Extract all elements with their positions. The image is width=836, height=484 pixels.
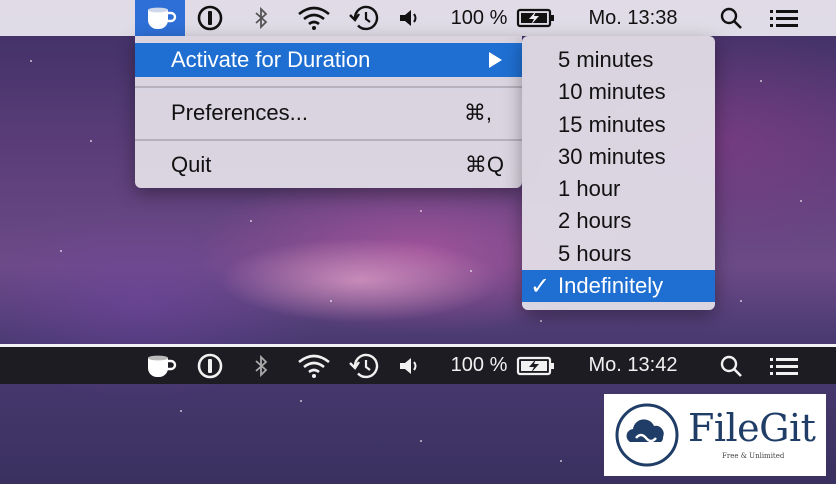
submenu-item-label: 5 minutes <box>558 47 654 72</box>
menu-bar-top: 100 % Mo. 13:38 <box>0 0 836 36</box>
list-icon[interactable] <box>766 347 802 384</box>
time-machine-icon[interactable] <box>345 0 383 36</box>
filegit-logo-icon <box>615 403 679 467</box>
coffee-cup-icon[interactable] <box>140 347 180 384</box>
submenu-arrow-icon <box>489 52 502 68</box>
bluetooth-icon[interactable] <box>248 347 274 384</box>
list-icon[interactable] <box>766 0 802 36</box>
menu-item-shortcut: ⌘Q <box>464 152 504 177</box>
submenu-item-indefinitely[interactable]: ✓ Indefinitely <box>522 270 715 302</box>
battery-charging-icon[interactable] <box>514 0 558 36</box>
menu-item-activate-for-duration[interactable]: Activate for Duration <box>135 43 522 77</box>
watermark-tagline: Free & Unlimited <box>722 452 785 460</box>
submenu-item-10-minutes[interactable]: 10 minutes <box>522 76 715 108</box>
battery-charging-icon[interactable] <box>514 347 558 384</box>
submenu-item-5-hours[interactable]: 5 hours <box>522 238 715 270</box>
menu-item-quit[interactable]: Quit ⌘Q <box>135 148 522 182</box>
submenu-item-5-minutes[interactable]: 5 minutes <box>522 44 715 76</box>
info-icon[interactable] <box>195 347 225 384</box>
search-icon[interactable] <box>716 0 746 36</box>
clock[interactable]: Mo. 13:38 <box>574 0 692 36</box>
search-icon[interactable] <box>716 347 746 384</box>
info-icon[interactable] <box>195 0 225 36</box>
menu-item-label: Quit <box>171 152 212 177</box>
menu-item-shortcut: ⌘, <box>463 100 492 125</box>
wifi-icon[interactable] <box>293 0 335 36</box>
app-menu: Activate for Duration Preferences... ⌘, … <box>135 36 522 188</box>
menu-item-label: Preferences... <box>171 100 308 125</box>
menu-bar-bottom: 100 % Mo. 13:42 <box>0 344 836 384</box>
menu-separator <box>135 86 522 88</box>
submenu-item-label: 10 minutes <box>558 79 666 104</box>
submenu-item-label: 30 minutes <box>558 144 666 169</box>
duration-submenu: 5 minutes 10 minutes 15 minutes 30 minut… <box>522 36 715 310</box>
menu-separator <box>135 139 522 141</box>
coffee-cup-icon[interactable] <box>135 0 185 36</box>
submenu-item-label: Indefinitely <box>558 273 664 298</box>
submenu-item-1-hour[interactable]: 1 hour <box>522 173 715 205</box>
clock[interactable]: Mo. 13:42 <box>574 347 692 384</box>
time-machine-icon[interactable] <box>345 347 383 384</box>
volume-icon[interactable] <box>395 347 423 384</box>
bluetooth-icon[interactable] <box>248 0 274 36</box>
submenu-item-2-hours[interactable]: 2 hours <box>522 205 715 237</box>
filegit-watermark: FileGit Free & Unlimited <box>604 394 826 476</box>
submenu-item-label: 2 hours <box>558 208 632 233</box>
submenu-item-label: 1 hour <box>558 176 621 201</box>
wifi-icon[interactable] <box>293 347 335 384</box>
battery-percent: 100 % <box>450 6 508 29</box>
battery-percent: 100 % <box>450 354 508 376</box>
submenu-item-label: 15 minutes <box>558 112 666 137</box>
submenu-item-label: 5 hours <box>558 241 632 266</box>
menu-item-preferences[interactable]: Preferences... ⌘, <box>135 96 522 130</box>
checkmark-icon: ✓ <box>530 272 551 300</box>
submenu-item-30-minutes[interactable]: 30 minutes <box>522 141 715 173</box>
watermark-name: FileGit <box>688 406 816 450</box>
menu-item-label: Activate for Duration <box>171 47 371 72</box>
submenu-item-15-minutes[interactable]: 15 minutes <box>522 109 715 141</box>
volume-icon[interactable] <box>395 0 423 36</box>
